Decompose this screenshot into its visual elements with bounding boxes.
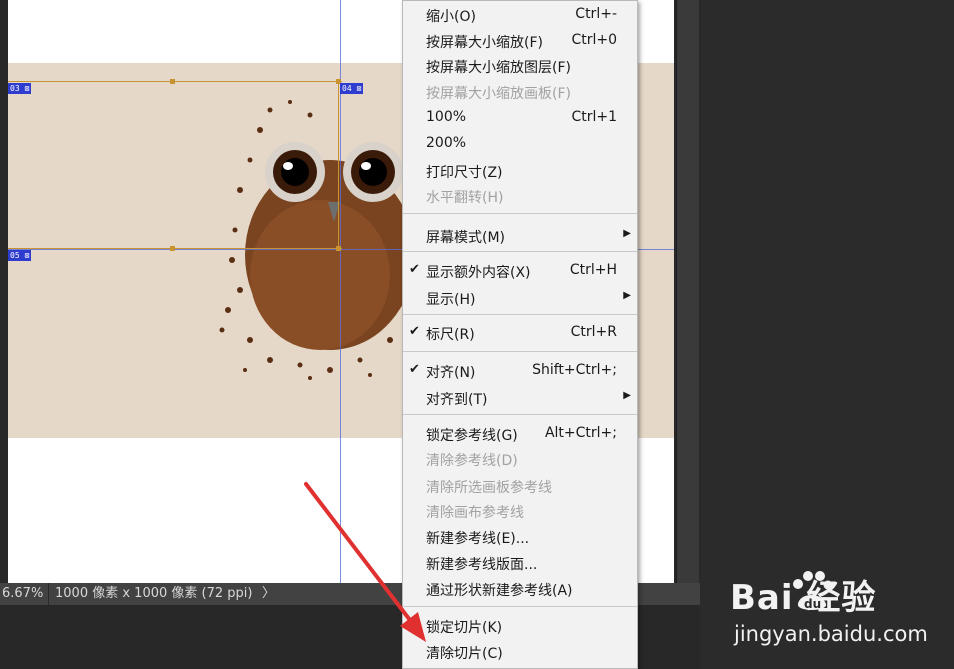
menu-item-lock-guides[interactable]: 锁定参考线(G) Alt+Ctrl+;	[403, 422, 637, 447]
submenu-arrow-icon: ▶	[623, 228, 631, 239]
menu-item-shortcut: Ctrl+R	[570, 324, 617, 340]
menu-item-shortcut: Shift+Ctrl+;	[532, 362, 617, 378]
slice-tag-04[interactable]: 04 ⊠	[340, 83, 364, 94]
menu-item-label: 100%	[426, 109, 467, 125]
menu-item-flip-horizontal: 水平翻转(H)	[403, 184, 637, 209]
menu-item-label: 标尺(R)	[426, 327, 475, 343]
menu-item-label: 打印尺寸(Z)	[426, 165, 503, 181]
document-info: 1000 像素 x 1000 像素 (72 ppi)	[48, 583, 252, 605]
slice-boundary-top	[8, 81, 342, 82]
vertical-scrollbar[interactable]	[676, 0, 699, 605]
menu-item-label: 缩小(O)	[426, 9, 476, 25]
menu-item-shortcut: Alt+Ctrl+;	[544, 425, 617, 441]
menu-item-snap-to[interactable]: 对齐到(T) ▶	[403, 386, 637, 411]
zoom-level[interactable]: 6.67%	[2, 583, 43, 605]
menu-item-100-percent[interactable]: 100% Ctrl+1	[403, 106, 637, 131]
menu-item-fit-artboard: 按屏幕大小缩放画板(F)	[403, 80, 637, 105]
menu-item-shortcut: Ctrl+-	[575, 6, 617, 22]
menu-item-label: 对齐到(T)	[426, 392, 488, 408]
menu-item-snap[interactable]: ✔ 对齐(N) Shift+Ctrl+;	[403, 359, 637, 384]
check-icon: ✔	[409, 324, 420, 339]
menu-item-fit-layer[interactable]: 按屏幕大小缩放图层(F)	[403, 54, 637, 79]
menu-item-label: 按屏幕大小缩放图层(F)	[426, 60, 571, 76]
menu-separator	[403, 251, 637, 252]
menu-item-label: 水平翻转(H)	[426, 190, 504, 206]
slice-image-icon: ⊠	[356, 84, 362, 93]
menu-item-label: 清除画布参考线	[426, 505, 524, 521]
slice-number: 04	[342, 84, 352, 93]
coffee-owl-image	[219, 100, 415, 380]
slice-tag-03[interactable]: 03 ⊠	[8, 83, 32, 94]
slice-image-icon: ⊠	[24, 84, 30, 93]
annotation-arrow-icon	[304, 482, 426, 642]
menu-item-show[interactable]: 显示(H) ▶	[403, 286, 637, 311]
menu-item-label: 对齐(N)	[426, 365, 476, 381]
menu-item-shortcut: Ctrl+H	[569, 262, 617, 278]
menu-item-screen-mode[interactable]: 屏幕模式(M) ▶	[403, 224, 637, 249]
check-icon: ✔	[409, 262, 420, 277]
slice-boundary-right	[338, 81, 339, 249]
menu-item-label: 屏幕模式(M)	[426, 230, 506, 246]
menu-item-clear-guides: 清除参考线(D)	[403, 447, 637, 472]
menu-separator	[403, 414, 637, 415]
slice-tag-05[interactable]: 05 ⊠	[8, 250, 32, 261]
baidu-jingyan-watermark: Bai 经验 du jingyan.baidu.com	[730, 570, 950, 665]
baidu-paw-icon: du	[793, 571, 832, 611]
slice-number: 03	[10, 84, 20, 93]
check-icon: ✔	[409, 362, 420, 377]
watermark-url: jingyan.baidu.com	[734, 622, 928, 646]
menu-separator	[403, 351, 637, 352]
slice-number: 05	[10, 251, 20, 260]
menu-item-200-percent[interactable]: 200%	[403, 132, 637, 157]
menu-item-label: 按屏幕大小缩放画板(F)	[426, 86, 571, 102]
menu-item-label: 新建参考线版面...	[426, 557, 538, 573]
menu-item-label: 新建参考线(E)...	[426, 531, 530, 547]
menu-item-zoom-out[interactable]: 缩小(O) Ctrl+-	[403, 3, 637, 28]
submenu-arrow-icon: ▶	[623, 390, 631, 401]
menu-item-print-size[interactable]: 打印尺寸(Z)	[403, 159, 637, 184]
status-menu-arrow-icon[interactable]: 〉	[262, 583, 275, 605]
slice-handle[interactable]	[170, 79, 175, 84]
menu-item-label: 通过形状新建参考线(A)	[426, 583, 573, 599]
menu-separator	[403, 213, 637, 214]
menu-item-label: 锁定参考线(G)	[426, 428, 518, 444]
svg-text:du: du	[804, 597, 821, 611]
menu-item-show-extras[interactable]: ✔ 显示额外内容(X) Ctrl+H	[403, 259, 637, 284]
slice-image-icon: ⊠	[24, 251, 30, 260]
slice-handle[interactable]	[336, 246, 341, 251]
menu-item-label: 清除参考线(D)	[426, 453, 518, 469]
menu-item-shortcut: Ctrl+1	[571, 109, 617, 125]
menu-item-label: 按屏幕大小缩放(F)	[426, 35, 543, 51]
menu-item-fit-screen[interactable]: 按屏幕大小缩放(F) Ctrl+0	[403, 29, 637, 54]
menu-item-label: 显示额外内容(X)	[426, 265, 531, 281]
menu-item-label: 200%	[426, 135, 467, 151]
slice-boundary-bottom	[8, 248, 342, 249]
menu-item-label: 清除所选画板参考线	[426, 480, 552, 496]
slice-handle[interactable]	[170, 246, 175, 251]
right-panel-area	[700, 0, 954, 669]
menu-item-shortcut: Ctrl+0	[571, 32, 617, 48]
menu-item-label: 显示(H)	[426, 292, 476, 308]
menu-item-rulers[interactable]: ✔ 标尺(R) Ctrl+R	[403, 321, 637, 346]
submenu-arrow-icon: ▶	[623, 290, 631, 301]
menu-separator	[403, 314, 637, 315]
